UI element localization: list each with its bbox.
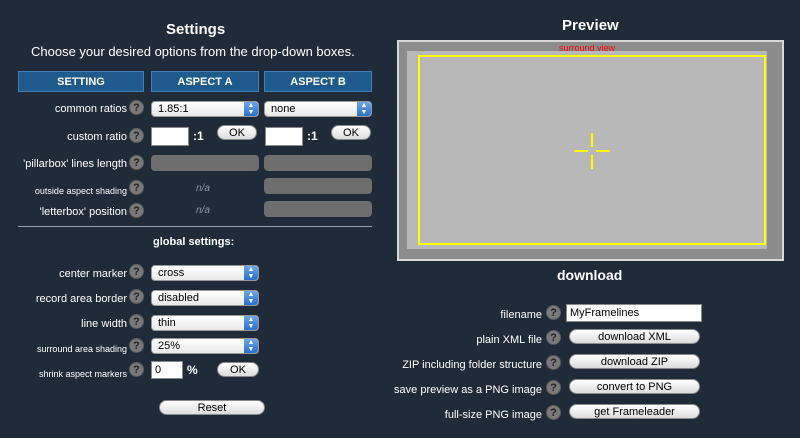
help-icon[interactable]: ?	[546, 305, 561, 320]
line-width-select[interactable]: thin ▲ ▼	[151, 315, 259, 331]
help-icon[interactable]: ?	[129, 155, 144, 170]
record-area-border-label: record area border	[35, 293, 127, 305]
xml-label: plain XML file	[476, 334, 542, 346]
column-header-aspect-b: ASPECT B	[264, 71, 372, 92]
aspect-b-letterbox-select[interactable]	[264, 201, 372, 217]
help-icon[interactable]: ?	[129, 362, 144, 377]
aspect-b-custom-ratio-ok-button[interactable]: OK	[331, 125, 371, 140]
select-arrows-icon: ▲ ▼	[244, 316, 258, 330]
filename-label: filename	[500, 309, 542, 321]
center-marker-select[interactable]: cross ▲ ▼	[151, 265, 259, 281]
preview-title: Preview	[562, 17, 619, 34]
settings-title: Settings	[166, 21, 226, 38]
help-icon[interactable]: ?	[129, 203, 144, 218]
center-marker-label: center marker	[59, 268, 127, 280]
download-title: download	[557, 267, 623, 283]
letterbox-position-label: 'letterbox' position	[39, 206, 127, 218]
aspect-b-ratio-suffix: :1	[307, 129, 318, 143]
common-ratios-label: common ratios	[54, 103, 127, 115]
column-header-aspect-a: ASPECT A	[151, 71, 259, 92]
download-zip-button[interactable]: download ZIP	[569, 354, 700, 369]
help-icon[interactable]: ?	[546, 355, 561, 370]
global-settings-title: global settings:	[153, 236, 235, 248]
column-header-setting: SETTING	[18, 71, 144, 92]
aspect-b-outside-shading-select[interactable]	[264, 178, 372, 194]
help-icon[interactable]: ?	[129, 338, 144, 353]
aspect-a-pillarbox-select[interactable]	[151, 155, 259, 171]
aspect-a-outside-shading-value: n/a	[196, 183, 210, 194]
select-arrows-icon: ▲ ▼	[357, 102, 371, 116]
aspect-a-ratio-suffix: :1	[193, 129, 204, 143]
aspect-a-custom-ratio-ok-button[interactable]: OK	[217, 125, 257, 140]
outside-shading-label: outside aspect shading	[34, 186, 127, 196]
aspect-a-custom-ratio-input[interactable]	[151, 127, 189, 146]
aspect-b-custom-ratio-input[interactable]	[265, 127, 303, 146]
aspect-b-pillarbox-select[interactable]	[264, 155, 372, 171]
help-icon[interactable]: ?	[129, 100, 144, 115]
help-icon[interactable]: ?	[546, 330, 561, 345]
png-full-label: full-size PNG image	[444, 409, 542, 421]
aspect-b-common-ratio-select[interactable]: none ▲ ▼	[264, 101, 372, 117]
png-preview-label: save preview as a PNG image	[394, 384, 542, 396]
center-marker-icon	[574, 133, 610, 169]
select-arrows-icon: ▲ ▼	[244, 339, 258, 353]
settings-subtitle: Choose your desired options from the dro…	[31, 44, 355, 59]
help-icon[interactable]: ?	[129, 180, 144, 195]
surround-shading-label: surround area shading	[36, 344, 127, 354]
download-xml-button[interactable]: download XML	[569, 329, 700, 344]
surround-view-label: surround view	[559, 43, 616, 53]
shrink-markers-label: shrink aspect markers	[38, 369, 127, 379]
select-arrows-icon: ▲ ▼	[244, 266, 258, 280]
pillarbox-length-label: 'pillarbox' lines length	[23, 158, 127, 170]
select-arrows-icon: ▲ ▼	[244, 291, 258, 305]
custom-ratio-label: custom ratio	[67, 131, 127, 143]
help-icon[interactable]: ?	[546, 380, 561, 395]
preview-canvas: surround view	[397, 40, 784, 261]
select-arrows-icon: ▲ ▼	[244, 102, 258, 116]
zip-label: ZIP including folder structure	[402, 359, 542, 371]
help-icon[interactable]: ?	[546, 405, 561, 420]
reset-button[interactable]: Reset	[159, 400, 265, 415]
line-width-label: line width	[81, 318, 127, 330]
get-frameleader-button[interactable]: get Frameleader	[569, 404, 700, 419]
help-icon[interactable]: ?	[129, 314, 144, 329]
aspect-a-common-ratio-select[interactable]: 1.85:1 ▲ ▼	[151, 101, 259, 117]
shrink-markers-ok-button[interactable]: OK	[217, 362, 259, 377]
help-icon[interactable]: ?	[129, 264, 144, 279]
help-icon[interactable]: ?	[129, 128, 144, 143]
section-divider	[18, 226, 372, 227]
aspect-a-letterbox-value: n/a	[196, 205, 210, 216]
shrink-markers-input[interactable]: 0	[151, 361, 183, 379]
surround-shading-select[interactable]: 25% ▲ ▼	[151, 338, 259, 354]
record-area-border-select[interactable]: disabled ▲ ▼	[151, 290, 259, 306]
filename-input[interactable]: MyFramelines	[566, 304, 702, 322]
shrink-markers-unit: %	[187, 363, 198, 377]
convert-to-png-button[interactable]: convert to PNG	[569, 379, 700, 394]
help-icon[interactable]: ?	[129, 289, 144, 304]
